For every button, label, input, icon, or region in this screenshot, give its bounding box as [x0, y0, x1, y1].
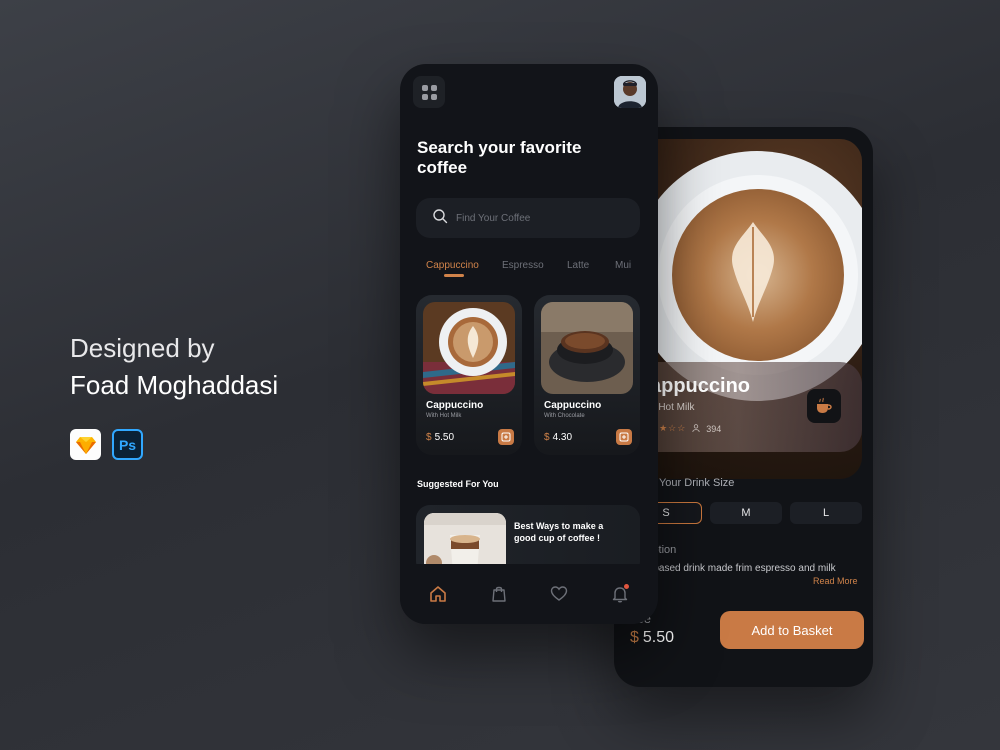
product-name: Cappuccino [544, 400, 602, 411]
coffee-cup-icon[interactable] [807, 389, 841, 423]
product-price: $5.50 [426, 432, 454, 443]
article-title: Best Ways to make a good cup of coffee ! [514, 521, 604, 543]
menu-grid-icon[interactable] [413, 76, 445, 108]
avatar[interactable] [614, 76, 646, 108]
product-subtitle: With Chocolate [544, 413, 585, 419]
tab-espresso[interactable]: Espresso [502, 260, 544, 271]
add-to-cart-button[interactable] [616, 429, 632, 445]
photoshop-icon: Ps [112, 429, 143, 460]
size-section-title: e Your Drink Size [650, 477, 735, 489]
latte-art [732, 222, 774, 322]
tab-cappuccino[interactable]: Cappuccino [426, 260, 479, 271]
search-bar[interactable] [416, 198, 640, 238]
product-card[interactable]: Cappuccino With Chocolate $4.30 [534, 295, 640, 455]
search-icon [432, 208, 448, 229]
product-image [541, 302, 633, 394]
detail-rating: ★★☆☆ 394 [650, 423, 721, 434]
tab-latte[interactable]: Latte [567, 260, 589, 271]
tab-active-indicator [444, 274, 464, 277]
product-name: Cappuccino [426, 400, 484, 411]
price-amount: 5.50 [434, 432, 455, 443]
price-currency: $ [544, 432, 550, 443]
category-tabs: Cappuccino Espresso Latte Mui [426, 260, 646, 280]
heart-icon [551, 586, 568, 601]
bag-icon [492, 586, 506, 602]
notification-dot [623, 584, 629, 589]
price-amount: 5.50 [642, 629, 675, 646]
size-l-button[interactable]: L [790, 502, 862, 524]
nav-notifications[interactable] [605, 579, 635, 609]
search-input[interactable] [456, 212, 626, 224]
home-icon [430, 586, 447, 602]
nav-bag[interactable] [484, 579, 514, 609]
product-price: $4.30 [544, 432, 572, 443]
bottom-navigation [400, 564, 658, 624]
product-subtitle: With Hot Milk [426, 413, 462, 419]
designer-name: Foad Moghaddasi [70, 370, 279, 400]
detail-title: appuccino [650, 375, 751, 397]
size-m-button[interactable]: M [710, 502, 782, 524]
nav-favorites[interactable] [544, 579, 574, 609]
page-title: Search your favorite coffee [417, 138, 582, 177]
product-image [423, 302, 515, 394]
product-card[interactable]: Cappuccino With Hot Milk $5.50 [416, 295, 522, 455]
description-text: -based drink made frim espresso and milk [650, 563, 836, 574]
home-screen: Search your favorite coffee Cappuccino E… [400, 64, 658, 624]
price-currency: $ [630, 629, 639, 646]
price-currency: $ [426, 432, 432, 443]
suggested-section-title: Suggested For You [417, 479, 499, 489]
tab-mui[interactable]: Mui [615, 260, 631, 271]
add-to-basket-button[interactable]: Add to Basket [720, 611, 864, 649]
plus-icon [619, 432, 629, 442]
price-value: $5.50 [630, 629, 674, 647]
user-icon [692, 423, 700, 434]
add-to-cart-button[interactable] [498, 429, 514, 445]
price-amount: 4.30 [552, 432, 573, 443]
read-more-link[interactable]: Read More [813, 576, 858, 586]
credit-title: Designed by [70, 333, 215, 363]
sketch-icon [70, 429, 101, 460]
plus-icon [501, 432, 511, 442]
nav-home[interactable] [423, 579, 453, 609]
review-count: 394 [706, 423, 722, 434]
